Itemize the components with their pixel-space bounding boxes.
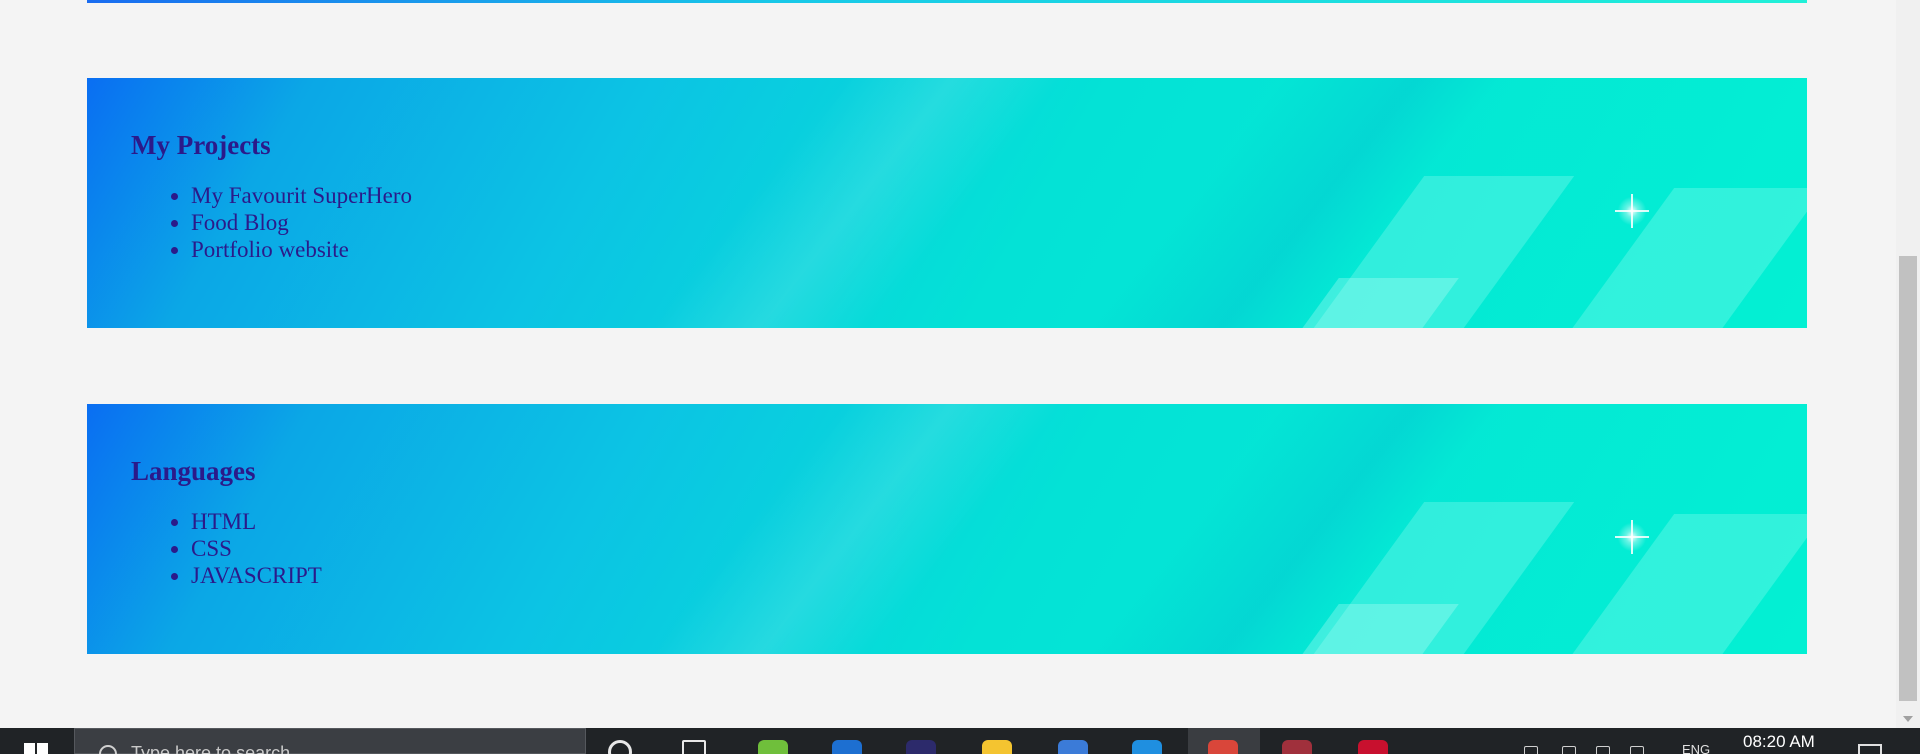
languages-heading: Languages (131, 456, 256, 486)
vertical-scrollbar[interactable] (1896, 0, 1920, 728)
mail-icon[interactable] (832, 740, 862, 754)
windows-taskbar: Type here to search ENG 08:20 AM (0, 728, 1920, 754)
sparkle-icon (1615, 520, 1649, 554)
network-icon[interactable] (1562, 746, 1576, 754)
eclipse-icon[interactable] (906, 740, 936, 754)
card-light-band (562, 404, 1112, 654)
task-view-icon[interactable] (682, 740, 706, 754)
taskbar-clock[interactable]: 08:20 AM (1743, 732, 1815, 752)
projects-content: My Projects My Favourit SuperHero Food B… (131, 130, 412, 263)
languages-card: Languages HTML CSS JAVASCRIPT (87, 404, 1807, 654)
projects-heading: My Projects (131, 130, 271, 160)
volume-icon[interactable] (1630, 746, 1644, 754)
cortana-icon[interactable] (608, 740, 632, 754)
windows-logo-icon (24, 743, 48, 754)
start-button[interactable] (0, 728, 72, 754)
card-light-band (562, 78, 1112, 328)
scroll-down-arrow-icon[interactable] (1903, 716, 1913, 722)
projects-card: My Projects My Favourit SuperHero Food B… (87, 78, 1807, 328)
language-item-javascript: JAVASCRIPT (191, 562, 322, 589)
search-placeholder: Type here to search (131, 743, 291, 754)
languages-content: Languages HTML CSS JAVASCRIPT (131, 456, 322, 589)
green-app-icon[interactable] (758, 740, 788, 754)
chrome-icon[interactable] (1208, 740, 1238, 754)
language-item-css: CSS (191, 535, 322, 562)
notification-center-icon[interactable] (1858, 744, 1882, 754)
sparkle-icon (1615, 194, 1649, 228)
language-item-html: HTML (191, 508, 322, 535)
project-item-portfolio: Portfolio website (191, 236, 412, 263)
scrollbar-thumb[interactable] (1899, 256, 1917, 701)
powershell-icon[interactable] (1058, 740, 1088, 754)
battery-icon[interactable] (1596, 746, 1610, 754)
taskbar-search-box[interactable]: Type here to search (74, 728, 586, 754)
project-item-superhero: My Favourit SuperHero (191, 182, 412, 209)
previous-section-card-edge (87, 0, 1807, 3)
winrar-icon[interactable] (1282, 740, 1312, 754)
languages-list: HTML CSS JAVASCRIPT (131, 508, 322, 589)
search-icon (99, 745, 117, 754)
vscode-icon[interactable] (1132, 740, 1162, 754)
input-language[interactable]: ENG (1682, 742, 1710, 754)
chevron-up-icon[interactable] (1524, 746, 1538, 754)
red-app-icon[interactable] (1358, 740, 1388, 754)
file-explorer-icon[interactable] (982, 740, 1012, 754)
project-item-food-blog: Food Blog (191, 209, 412, 236)
browser-viewport: My Projects My Favourit SuperHero Food B… (0, 0, 1896, 728)
projects-list: My Favourit SuperHero Food Blog Portfoli… (131, 182, 412, 263)
